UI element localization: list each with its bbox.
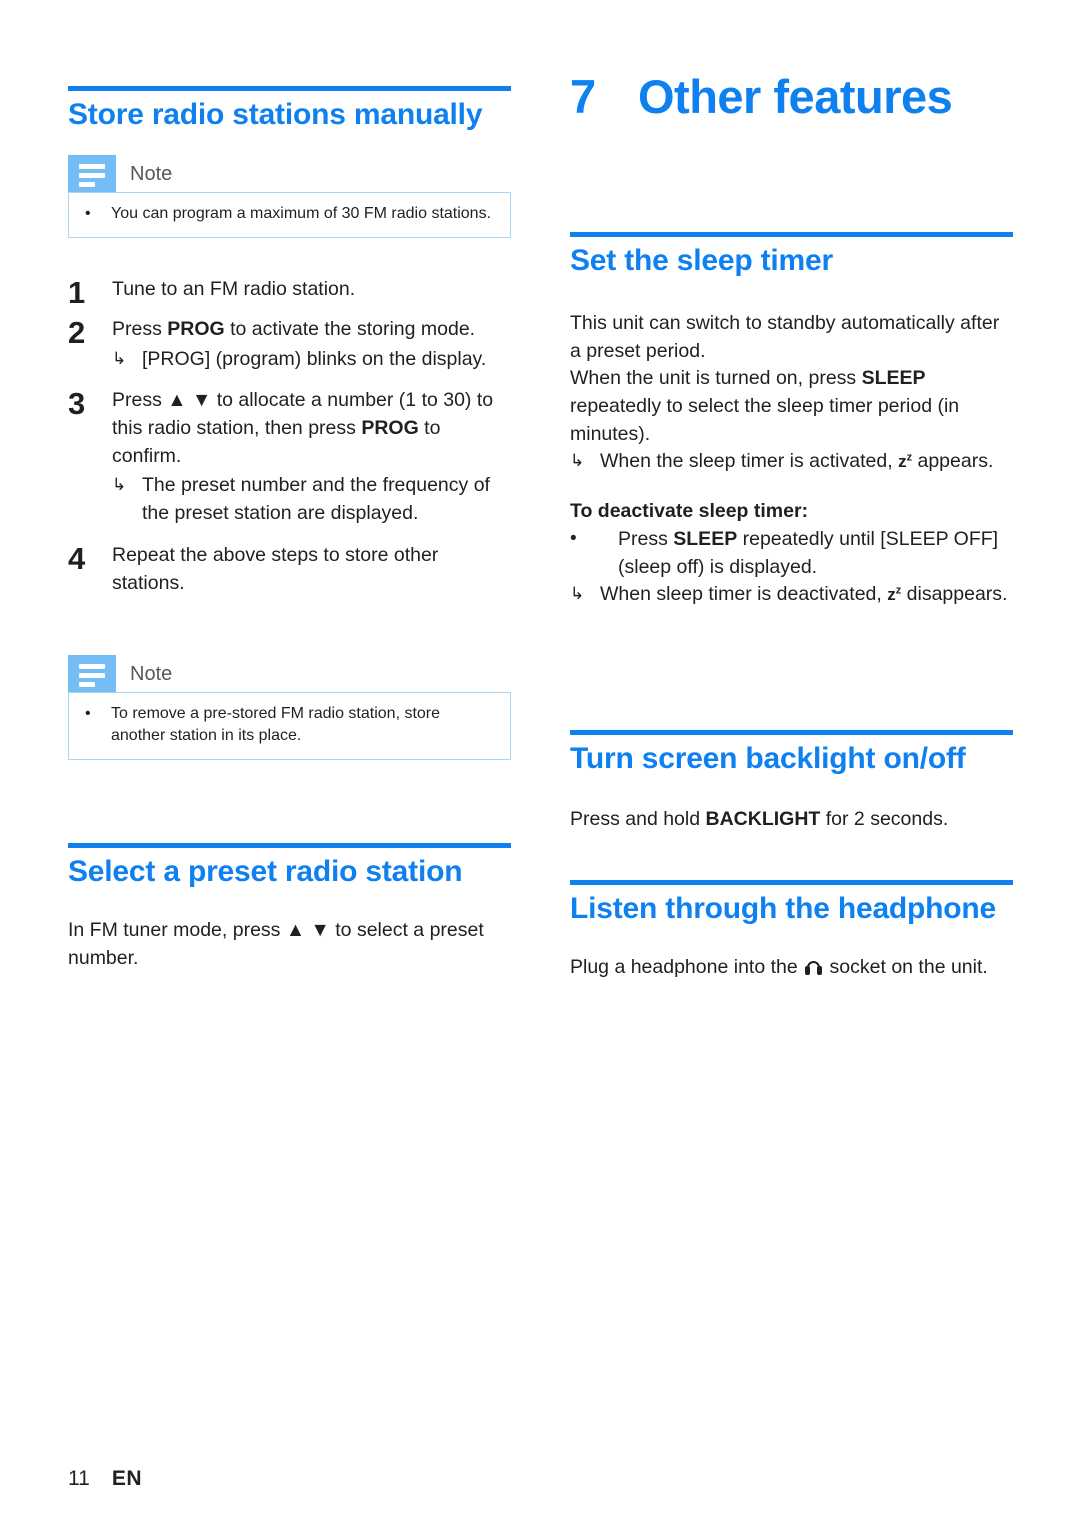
note-label: Note [130,662,173,685]
display-label-sleep-off: [SLEEP OFF] [880,527,999,550]
note-body: • To remove a pre-stored FM radio statio… [68,692,511,761]
step-text-main: Tune to an FM radio station. [112,278,356,300]
step-text: Press PROG to activate the storing mode.… [112,316,511,373]
manual-page: Store radio stations manually Note • You… [0,0,1080,1527]
note-item: • You can program a maximum of 30 FM rad… [81,203,498,225]
page-language: EN [111,1467,142,1490]
key-label-prog: PROG [167,318,225,340]
deactivate-bullet-item: • Press SLEEP repeatedly until [SLEEP OF… [570,526,1013,581]
deactivate-pre: Press [618,527,674,550]
key-label-prog: PROG [361,417,419,440]
result-arrow-icon: ↳ [112,475,127,495]
note-lines-icon [68,155,116,192]
section-rule [570,880,1013,885]
section-listen-through-headphone: Listen through the headphone [570,880,1013,930]
step-item: 3 Press ▲ ▼ to allocate a number (1 to 3… [68,387,511,527]
sleep-para-2-post: repeatedly to select the sleep timer per… [570,395,960,445]
section-select-preset-station: Select a preset radio station [68,843,511,893]
backlight-body-pre: Press and hold [570,808,706,830]
section-set-sleep-timer: Set the sleep timer [570,232,1013,282]
sleep-result-deactivated: ↳ When sleep timer is deactivated, zz di… [570,581,1013,609]
sleep-para-2-pre: When the unit is turned on, press [570,367,862,390]
step-text: Tune to an FM radio station. [112,276,511,304]
note-item-text: You can program a maximum of 30 FM radio… [111,205,492,222]
bullet-dot: • [85,705,91,722]
page-footer: 11 EN [68,1467,142,1491]
section-rule [570,232,1013,237]
note-label: Note [130,162,173,185]
headphone-body-post: socket on the unit. [824,956,988,978]
note-item-text: To remove a pre-stored FM radio station,… [111,705,441,745]
sleep-result-activated: ↳ When the sleep timer is activated, zz … [570,448,1013,476]
step-text: Press ▲ ▼ to allocate a number (1 to 30)… [112,387,511,527]
step-result: ↳ The preset number and the frequency of… [112,472,511,527]
deactivate-heading: To deactivate sleep timer: [570,500,809,523]
result-text-pre: When sleep timer is deactivated, [600,583,888,606]
deactivate-post: (sleep off) is displayed. [618,555,818,578]
key-label-backlight: BACKLIGHT [705,808,821,830]
sleep-para-2: When the unit is turned on, press SLEEP … [570,365,1013,448]
bullet-dot: • [570,527,577,549]
section-title: Set the sleep timer [570,244,833,277]
result-text: When sleep timer is deactivated, zz disa… [600,581,1013,609]
note-header: Note [68,155,511,192]
step-result: ↳ [PROG] (program) blinks on the display… [112,346,511,374]
deactivate-text: Press SLEEP repeatedly until [SLEEP OFF]… [618,526,1013,581]
steps-list: 1 Tune to an FM radio station. 2 Press P… [68,276,511,597]
headphone-body-pre: Plug a headphone into the [570,956,804,978]
key-label-sleep: SLEEP [861,367,926,390]
step-text: Repeat the above steps to store other st… [112,542,511,597]
headphone-icon [805,961,823,975]
step-item: 1 Tune to an FM radio station. [68,276,511,308]
page-number: 11 [68,1467,90,1490]
note-header: Note [68,655,511,692]
result-text-post: appears. [912,450,994,473]
section-store-radio-stations: Store radio stations manually [68,86,511,136]
result-arrow-icon: ↳ [570,584,585,604]
step-text-main: Repeat the above steps to store other st… [112,543,439,594]
section-title: Listen through the headphone [570,892,997,925]
step-text-pre: Press [112,318,168,340]
backlight-body-post: for 2 seconds. [820,808,949,830]
result-text: The preset number and the frequency of t… [142,474,490,525]
result-text: [PROG] (program) blinks on the display. [142,347,487,370]
section-title: Store radio stations manually [68,98,483,131]
sleep-zz-symbol: zz [887,584,902,605]
key-label-sleep: SLEEP [673,527,738,550]
section-title: Select a preset radio station [68,855,463,888]
step-number: 1 [68,275,86,310]
select-preset-body: In FM tuner mode, press ▲ ▼ to select a … [68,919,484,969]
note-lines-icon [68,655,116,692]
sleep-timer-body: This unit can switch to standby automati… [570,310,1013,609]
result-arrow-icon: ↳ [570,451,585,471]
step-item: 4 Repeat the above steps to store other … [68,542,511,597]
step-number: 3 [68,386,86,422]
result-text-pre: When the sleep timer is activated, [600,450,899,473]
sleep-zz-symbol: zz [898,451,913,472]
section-rule [68,86,511,91]
result-arrow-icon: ↳ [112,348,127,368]
result-text-post: disappears. [901,583,1008,606]
note-box-bottom: Note • To remove a pre-stored FM radio s… [68,655,511,761]
section-rule [570,730,1013,735]
step-text-post: to activate the storing mode. [224,318,476,340]
step-number: 2 [68,315,86,350]
sleep-para-1: This unit can switch to standby automati… [570,312,1000,362]
step-item: 2 Press PROG to activate the storing mod… [68,316,511,373]
result-text: When the sleep timer is activated, zz ap… [600,448,1013,476]
chapter-number: 7 [570,70,596,123]
backlight-body: Press and hold BACKLIGHT for 2 seconds. [570,806,1013,834]
chapter-heading: 7 Other features [570,70,1030,123]
section-rule [68,843,511,848]
note-item: • To remove a pre-stored FM radio statio… [81,703,498,747]
section-turn-screen-backlight: Turn screen backlight on/off [570,730,1013,780]
step-number: 4 [68,540,86,576]
chapter-title: Other features [638,70,953,123]
section-title: Turn screen backlight on/off [570,742,966,775]
bullet-dot: • [85,205,91,222]
note-body: • You can program a maximum of 30 FM rad… [68,192,511,239]
headphone-body: Plug a headphone into the socket on the … [570,954,1022,982]
note-box-top: Note • You can program a maximum of 30 F… [68,155,511,239]
deactivate-mid: repeatedly until [737,527,881,550]
